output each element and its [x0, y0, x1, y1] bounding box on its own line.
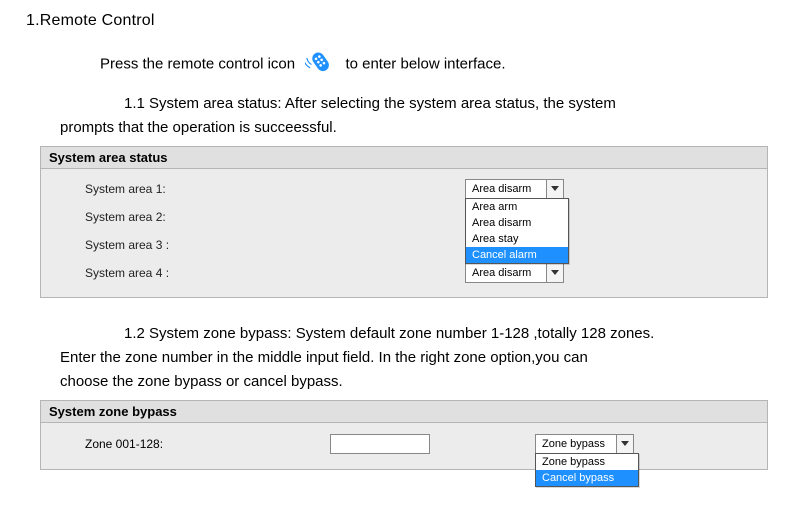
area-select-4[interactable]: Area disarm [465, 263, 564, 283]
area-select-4-value: Area disarm [466, 267, 546, 279]
area-option-arm[interactable]: Area arm [466, 199, 568, 215]
intro-text-before: Press the remote control icon [100, 56, 295, 73]
zone-select-value: Zone bypass [536, 438, 616, 450]
section-1-2-text: 1.2 System zone bypass: System default z… [60, 322, 788, 394]
area-row-1: System area 1: Area disarm Area arm Area… [41, 175, 767, 203]
system-zone-bypass-panel: System zone bypass Zone 001-128: Zone by… [40, 400, 768, 470]
area-select-1-dropdown: Area arm Area disarm Area stay Cancel al… [465, 198, 569, 264]
zone-option-cancel-bypass[interactable]: Cancel bypass [536, 470, 638, 486]
section-1-2-l2: Enter the zone number in the middle inpu… [60, 349, 588, 366]
panel-header-area: System area status [41, 147, 767, 169]
area-option-disarm[interactable]: Area disarm [466, 215, 568, 231]
chevron-down-icon [546, 180, 563, 198]
panel-header-zone: System zone bypass [41, 401, 767, 423]
area-label-1: System area 1: [41, 182, 255, 196]
remote-control-icon [305, 48, 335, 82]
system-area-status-panel: System area status System area 1: Area d… [40, 146, 768, 298]
zone-select-dropdown: Zone bypass Cancel bypass [535, 453, 639, 487]
section-1-1-text: 1.1 System area status: After selecting … [60, 92, 788, 140]
chevron-down-icon [546, 264, 563, 282]
area-option-stay[interactable]: Area stay [466, 231, 568, 247]
area-select-1-value: Area disarm [466, 183, 546, 195]
chevron-down-icon [616, 435, 633, 453]
section-1-2-l3: choose the zone bypass or cancel bypass. [60, 373, 343, 390]
area-label-4: System area 4 : [41, 266, 255, 280]
panel-body-zone: Zone 001-128: Zone bypass Zone bypass Ca… [41, 423, 767, 469]
area-label-3: System area 3 : [41, 238, 255, 252]
area-label-2: System area 2: [41, 210, 255, 224]
zone-label: Zone 001-128: [41, 437, 285, 451]
area-select-1[interactable]: Area disarm [465, 179, 564, 199]
intro-paragraph: Press the remote control icon to enter b… [100, 48, 788, 82]
zone-option-bypass[interactable]: Zone bypass [536, 454, 638, 470]
zone-row: Zone 001-128: Zone bypass Zone bypass Ca… [41, 429, 767, 459]
section-1-1-lead: 1.1 System area status: After selecting … [124, 95, 616, 112]
area-option-cancel-alarm[interactable]: Cancel alarm [466, 247, 568, 263]
area-row-2: System area 2: [41, 203, 767, 231]
panel-body-area: System area 1: Area disarm Area arm Area… [41, 169, 767, 297]
section-1-1-cont: prompts that the operation is succeessfu… [60, 119, 337, 136]
zone-select[interactable]: Zone bypass [535, 434, 634, 454]
area-row-4: System area 4 : Area disarm [41, 259, 767, 287]
section-1-2-lead: 1.2 System zone bypass: System default z… [124, 325, 654, 342]
page-title: 1.Remote Control [26, 12, 788, 30]
area-row-3: System area 3 : [41, 231, 767, 259]
zone-number-input[interactable] [330, 434, 430, 454]
intro-text-after: to enter below interface. [345, 56, 505, 73]
